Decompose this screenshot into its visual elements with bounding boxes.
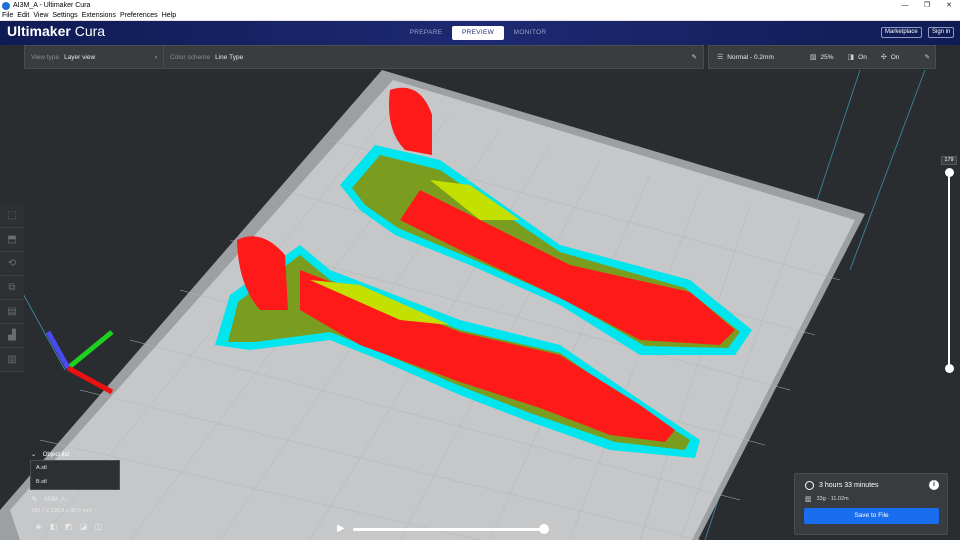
layer-number[interactable]: 179 (941, 156, 957, 165)
layer-view-scene (0, 69, 926, 540)
window-titlebar: AI3M_A - Ultimaker Cura — ❐ ✕ (0, 0, 960, 11)
tab-monitor[interactable]: MONITOR (504, 26, 556, 40)
menu-file[interactable]: File (2, 12, 13, 19)
brand-logo: Ultimaker Cura (7, 23, 105, 39)
scene-guide-line (849, 69, 926, 271)
support-icon: ◨ (847, 54, 855, 61)
view-type-selector[interactable]: View type Layer view ‹ (25, 46, 163, 68)
path-slider-track[interactable] (353, 528, 549, 531)
job-name-text: AI3M_A (43, 496, 66, 503)
axis-gizmo (45, 330, 114, 395)
print-summary-panel: 3 hours 33 minutes i ▥ 33g · 11.02m Save… (794, 473, 948, 535)
menu-view[interactable]: View (33, 12, 48, 19)
infill-icon: ▨ (809, 54, 817, 61)
move-tool-icon[interactable]: ⬚ (0, 204, 24, 228)
view-type-value: Layer view (64, 53, 96, 61)
print-time: 3 hours 33 minutes (805, 481, 879, 490)
menu-preferences[interactable]: Preferences (120, 12, 158, 19)
object-item[interactable]: B.stl (31, 475, 119, 489)
layer-slider-top-handle[interactable] (945, 168, 954, 177)
view-toolbar: View type Layer view ‹ Color scheme Line… (24, 45, 704, 69)
per-model-settings-icon[interactable]: ▤ (0, 300, 24, 324)
cura-app-icon (2, 1, 10, 10)
play-icon[interactable]: ▶ (337, 523, 347, 535)
info-icon[interactable]: i (929, 480, 939, 490)
tab-prepare[interactable]: PREPARE (400, 26, 452, 40)
rotate-tool-icon[interactable]: ⟲ (0, 252, 24, 276)
object-item[interactable]: A.stl (31, 461, 119, 475)
color-scheme-selector[interactable]: Color scheme Line Type ✎ (164, 46, 703, 68)
clock-icon (805, 481, 814, 490)
object-dimensions: 160.7 x 126.8 x 36.0 mm (31, 508, 92, 514)
profile-value: Normal - 0.2mm (727, 53, 774, 61)
pencil-icon[interactable]: ✎ (925, 53, 930, 61)
object-list-toggle[interactable]: ⌄ Object list (31, 451, 69, 458)
adhesion-setting[interactable]: ✣ On (880, 53, 900, 62)
z-axis (45, 330, 71, 370)
print-time-text: 3 hours 33 minutes (819, 482, 879, 489)
chevron-down-icon: ⌄ (31, 452, 37, 458)
brand-light: Cura (74, 23, 106, 39)
pencil-icon[interactable]: ✎ (692, 53, 697, 61)
object-list: A.stl B.stl (30, 460, 120, 490)
filament-icon: ▥ (805, 496, 812, 503)
close-icon[interactable]: ✕ (938, 0, 960, 11)
layer-slider-track[interactable] (948, 172, 950, 368)
support-blocker-icon[interactable]: ▟ (0, 324, 24, 348)
marketplace-button[interactable]: Marketplace (881, 27, 922, 38)
y-axis (66, 330, 114, 370)
save-to-file-button[interactable]: Save to File (804, 508, 939, 524)
3d-viewport[interactable] (0, 69, 960, 540)
minimize-icon[interactable]: — (894, 0, 916, 11)
color-scheme-label: Color scheme (170, 53, 211, 61)
view-type-label: View type (31, 53, 60, 61)
window-controls: — ❐ ✕ (894, 0, 960, 11)
print-settings-bar[interactable]: ☰ Normal - 0.2mm ▨ 25% ◨ On ✣ On ✎ (708, 45, 936, 69)
brand-bold: Ultimaker (7, 23, 71, 39)
camera-view-buttons: ◈ ◧ ◩ ◪ ◫ (31, 522, 106, 532)
path-slider-handle[interactable] (539, 524, 549, 534)
color-scheme-value: Line Type (215, 53, 244, 61)
adhesion-icon: ✣ (880, 54, 887, 61)
top-view-icon[interactable]: ◩ (61, 522, 76, 532)
infill-setting[interactable]: ▨ 25% (809, 53, 834, 62)
right-view-icon[interactable]: ◫ (91, 522, 106, 532)
3d-view-icon[interactable]: ◈ (31, 522, 46, 532)
menu-settings[interactable]: Settings (52, 12, 77, 19)
app-header: Ultimaker Cura PREPARE PREVIEW MONITOR M… (0, 21, 960, 45)
support-value: On (858, 53, 867, 61)
profile-setting[interactable]: ☰ Normal - 0.2mm (717, 53, 774, 62)
material-text: 33g · 11.02m (816, 496, 849, 502)
left-toolbar: ⬚ ⬒ ⟲ ⧉ ▤ ▟ ▥ (0, 204, 24, 372)
tab-preview[interactable]: PREVIEW (452, 26, 504, 40)
menu-bar: File Edit View Settings Extensions Prefe… (0, 11, 960, 21)
window-title: AI3M_A - Ultimaker Cura (13, 2, 91, 9)
profile-icon: ☰ (717, 54, 724, 61)
menu-edit[interactable]: Edit (17, 12, 29, 19)
stage-tabs: PREPARE PREVIEW MONITOR (400, 26, 556, 40)
material-usage: ▥ 33g · 11.02m (805, 495, 849, 503)
support-setting[interactable]: ◨ On (847, 53, 867, 62)
sign-in-button[interactable]: Sign in (928, 27, 955, 38)
layer-slider-bottom-handle[interactable] (945, 364, 954, 373)
extra-tool-icon[interactable]: ▥ (0, 348, 24, 372)
menu-extensions[interactable]: Extensions (82, 12, 116, 19)
left-view-icon[interactable]: ◪ (76, 522, 91, 532)
maximize-icon[interactable]: ❐ (916, 0, 938, 11)
x-axis (66, 365, 114, 395)
job-name[interactable]: ✎ AI3M_A (31, 495, 65, 504)
object-list-title: Object list (42, 452, 70, 458)
pencil-icon[interactable]: ✎ (31, 495, 38, 504)
infill-value: 25% (820, 53, 834, 61)
chevron-left-icon[interactable]: ‹ (155, 54, 157, 61)
adhesion-value: On (890, 53, 900, 61)
mirror-tool-icon[interactable]: ⧉ (0, 276, 24, 300)
menu-help[interactable]: Help (162, 12, 176, 19)
scale-tool-icon[interactable]: ⬒ (0, 228, 24, 252)
front-view-icon[interactable]: ◧ (46, 522, 61, 532)
